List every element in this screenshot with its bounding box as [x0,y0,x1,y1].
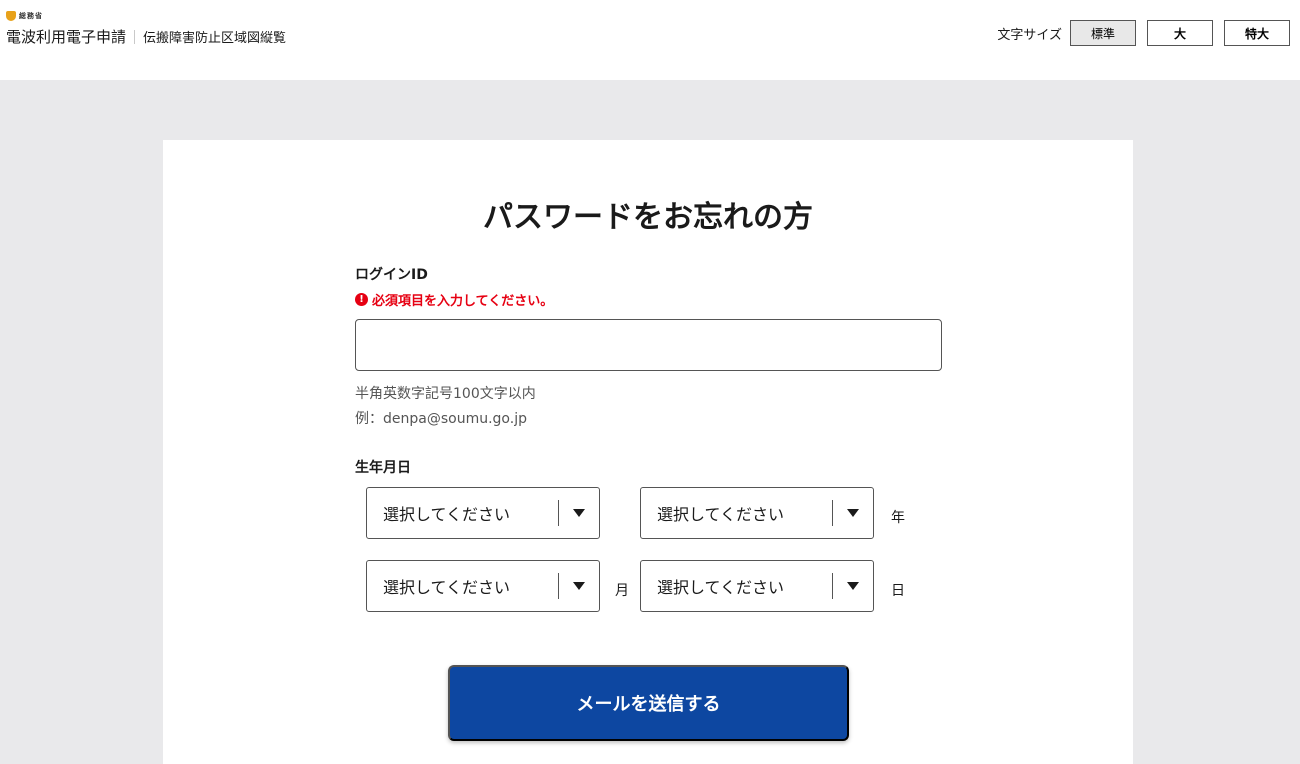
font-size-standard-button[interactable]: 標準 [1070,20,1136,46]
caret-down-icon [559,509,599,517]
select-value: 選択してください [383,578,511,597]
error-icon: ! [355,293,368,306]
month-unit: 月 [615,583,629,599]
font-size-xlarge-button[interactable]: 特大 [1224,20,1290,46]
page-title: パスワードをお忘れの方 [483,200,813,235]
caret-down-icon [559,582,599,590]
birth-day-select[interactable]: 選択してください [640,560,874,612]
font-size-large-button[interactable]: 大 [1147,20,1213,46]
site-title: 電波利用電子申請 伝搬障害防止区域図縦覧 [6,26,286,47]
site-title-main: 電波利用電子申請 [6,28,127,46]
font-size-switcher: 文字サイズ 標準 大 特大 [997,20,1290,46]
site-header: 総務省 電波利用電子申請 伝搬障害防止区域図縦覧 文字サイズ 標準 大 特大 [0,0,1300,80]
login-id-hint: 半角英数字記号100文字以内 [355,386,536,402]
ministry-emblem-icon [6,11,16,21]
login-id-label: ログインID [355,267,428,283]
year-unit: 年 [891,510,905,526]
login-id-error: ! 必須項目を入力してください。 [355,290,553,309]
login-id-error-text: 必須項目を入力してください。 [372,294,554,309]
day-unit: 日 [891,583,905,599]
font-size-label: 文字サイズ [997,27,1062,43]
password-reset-card: パスワードをお忘れの方 ログインID ! 必須項目を入力してください。 半角英数… [163,140,1133,764]
select-value: 選択してください [657,505,785,524]
caret-down-icon [833,509,873,517]
birth-year-select[interactable]: 選択してください [640,487,874,539]
select-value: 選択してください [657,578,785,597]
birth-month-select[interactable]: 選択してください [366,560,600,612]
site-title-sub: 伝搬障害防止区域図縦覧 [143,31,287,46]
login-id-input[interactable] [355,319,942,371]
brand[interactable]: 総務省 電波利用電子申請 伝搬障害防止区域図縦覧 [6,10,286,47]
ministry-name: 総務省 [19,12,43,20]
ministry-logo: 総務省 [6,10,286,22]
birth-era-select[interactable]: 選択してください [366,487,600,539]
caret-down-icon [833,582,873,590]
login-id-example: 例：denpa@soumu.go.jp [355,411,527,427]
send-email-button[interactable]: メールを送信する [448,665,849,741]
title-divider [134,29,136,44]
select-value: 選択してください [383,505,511,524]
birthdate-label: 生年月日 [355,460,411,476]
